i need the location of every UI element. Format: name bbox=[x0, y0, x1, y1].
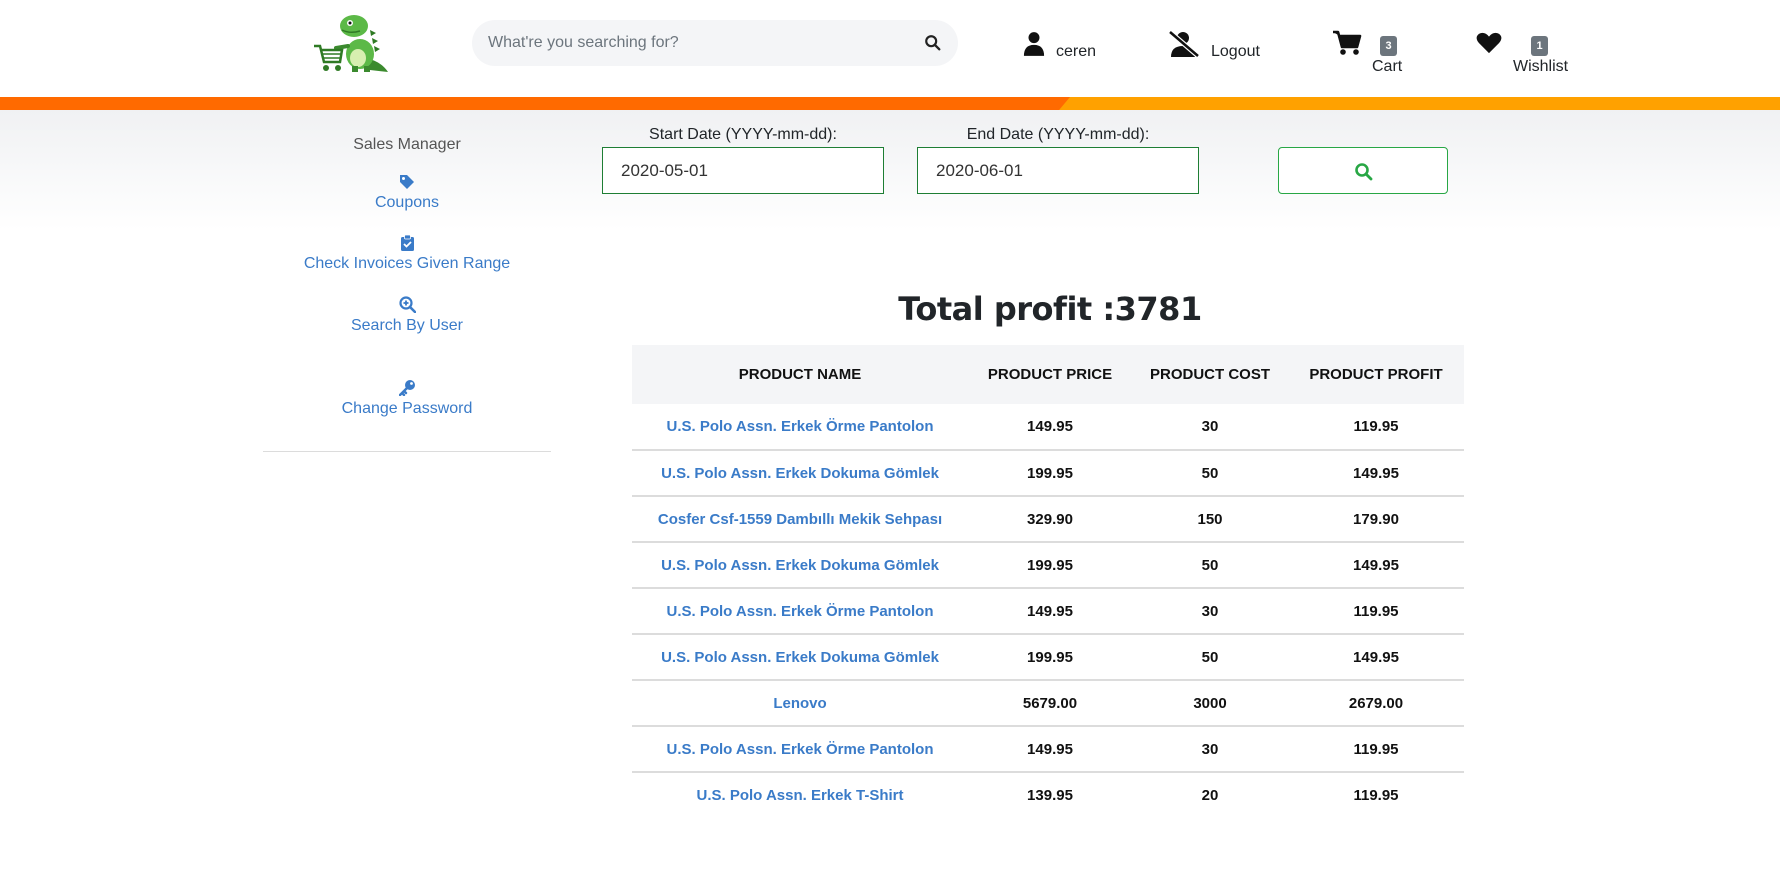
product-profit-cell: 119.95 bbox=[1288, 404, 1464, 451]
logout-link[interactable]: Logout bbox=[1168, 30, 1268, 62]
total-profit-heading: Total profit :3781 bbox=[898, 290, 1202, 328]
start-date-input[interactable] bbox=[602, 147, 884, 194]
search-plus-icon bbox=[398, 296, 416, 313]
product-cost-cell: 30 bbox=[1132, 404, 1288, 451]
product-price-cell: 5679.00 bbox=[968, 680, 1132, 727]
table-row: U.S. Polo Assn. Erkek Örme Pantolon 149.… bbox=[632, 726, 1464, 773]
product-price-cell: 329.90 bbox=[968, 496, 1132, 543]
cart-label: Cart bbox=[1372, 58, 1403, 75]
product-profit-cell: 149.95 bbox=[1288, 634, 1464, 681]
product-cost-cell: 150 bbox=[1132, 496, 1288, 543]
product-name-link[interactable]: Cosfer Csf-1559 Dambıllı Mekik Sehpası bbox=[632, 496, 968, 543]
shopping-cart-icon bbox=[1333, 30, 1362, 55]
product-name-link[interactable]: U.S. Polo Assn. Erkek T-Shirt bbox=[632, 772, 968, 818]
product-profit-cell: 119.95 bbox=[1353, 787, 1399, 804]
col-product-name: PRODUCT NAME bbox=[738, 366, 862, 383]
col-product-profit: PRODUCT PROFIT bbox=[1309, 366, 1443, 383]
sidebar-item-label: Search By User bbox=[350, 317, 464, 334]
sidebar-item-label: Check Invoices Given Range bbox=[303, 255, 511, 272]
product-name-link[interactable]: U.S. Polo Assn. Erkek Örme Pantolon bbox=[632, 588, 968, 635]
product-cost-cell: 50 bbox=[1132, 450, 1288, 497]
wishlist-count-badge: 1 bbox=[1531, 36, 1548, 56]
logout-label: Logout bbox=[1211, 43, 1260, 60]
table-row: U.S. Polo Assn. Erkek Dokuma Gömlek 199.… bbox=[632, 634, 1464, 681]
product-profit-cell: 119.95 bbox=[1288, 726, 1464, 773]
product-price-cell: 199.95 bbox=[968, 450, 1132, 497]
product-cost-cell: 50 bbox=[1132, 542, 1288, 589]
dino-cart-logo[interactable] bbox=[312, 10, 392, 74]
start-date-label: Start Date (YYYY-mm-dd): bbox=[649, 126, 837, 143]
table-row: U.S. Polo Assn. Erkek Dokuma Gömlek 199.… bbox=[632, 542, 1464, 589]
sidebar-item-check-invoices[interactable]: Check Invoices Given Range bbox=[263, 235, 551, 273]
table-row: U.S. Polo Assn. Erkek Dokuma Gömlek 199.… bbox=[632, 450, 1464, 497]
table-row: U.S. Polo Assn. Erkek Örme Pantolon 149.… bbox=[632, 404, 1464, 451]
sidebar-item-label: Change Password bbox=[341, 400, 473, 417]
table-header-row: PRODUCT NAME PRODUCT PRICE PRODUCT COST … bbox=[632, 345, 1464, 404]
user-icon bbox=[1023, 32, 1045, 56]
product-name-link[interactable]: U.S. Polo Assn. Erkek Örme Pantolon bbox=[632, 726, 968, 773]
heart-icon bbox=[1476, 32, 1502, 54]
tag-icon bbox=[400, 175, 414, 189]
product-profit-cell: 149.95 bbox=[1288, 542, 1464, 589]
product-name-link[interactable]: U.S. Polo Assn. Erkek Örme Pantolon bbox=[632, 404, 968, 451]
search-icon[interactable] bbox=[924, 34, 942, 52]
product-price-cell: 139.95 bbox=[1027, 787, 1073, 804]
product-price-cell: 199.95 bbox=[968, 634, 1132, 681]
product-profit-cell: 179.90 bbox=[1288, 496, 1464, 543]
cart-count-badge: 3 bbox=[1380, 36, 1397, 56]
sidebar-divider bbox=[263, 451, 551, 452]
product-cost-cell: 30 bbox=[1132, 726, 1288, 773]
table-row: Lenovo 5679.00 3000 2679.00 bbox=[632, 680, 1464, 727]
col-product-cost: PRODUCT COST bbox=[1150, 366, 1270, 383]
product-price-cell: 199.95 bbox=[968, 542, 1132, 589]
col-product-price: PRODUCT PRICE bbox=[987, 366, 1113, 383]
table-row: Cosfer Csf-1559 Dambıllı Mekik Sehpası 3… bbox=[632, 496, 1464, 543]
user-slash-icon bbox=[1168, 30, 1200, 58]
product-price-cell: 149.95 bbox=[968, 588, 1132, 635]
key-icon bbox=[398, 380, 415, 396]
product-name-link[interactable]: U.S. Polo Assn. Erkek Dokuma Gömlek bbox=[632, 450, 968, 497]
search-icon bbox=[1355, 163, 1373, 181]
user-name: ceren bbox=[1056, 43, 1097, 60]
sidebar-title: Sales Manager bbox=[353, 136, 461, 153]
table-row: U.S. Polo Assn. Erkek T-Shirt 139.95 20 … bbox=[632, 772, 1464, 818]
product-price-cell: 149.95 bbox=[968, 404, 1132, 451]
product-price-cell: 149.95 bbox=[968, 726, 1132, 773]
product-name-link[interactable]: Lenovo bbox=[632, 680, 968, 727]
search-bar bbox=[472, 20, 958, 66]
product-profit-cell: 119.95 bbox=[1288, 588, 1464, 635]
filter-search-button[interactable] bbox=[1278, 147, 1448, 194]
header-accent-stripe bbox=[0, 97, 1780, 110]
header-gradient bbox=[0, 110, 1780, 230]
profit-table: PRODUCT NAME PRODUCT PRICE PRODUCT COST … bbox=[632, 345, 1464, 818]
sidebar-item-label: Coupons bbox=[374, 194, 440, 211]
sidebar-item-change-password[interactable]: Change Password bbox=[263, 379, 551, 418]
product-profit-cell: 2679.00 bbox=[1288, 680, 1464, 727]
product-cost-cell: 20 bbox=[1201, 787, 1219, 804]
wishlist-link[interactable]: 1 Wishlist bbox=[1476, 28, 1576, 78]
table-row: U.S. Polo Assn. Erkek Örme Pantolon 149.… bbox=[632, 588, 1464, 635]
product-profit-cell: 149.95 bbox=[1288, 450, 1464, 497]
sidebar-item-search-by-user[interactable]: Search By User bbox=[263, 296, 551, 335]
product-cost-cell: 3000 bbox=[1132, 680, 1288, 727]
end-date-label: End Date (YYYY-mm-dd): bbox=[966, 126, 1150, 143]
product-name-link[interactable]: U.S. Polo Assn. Erkek Dokuma Gömlek bbox=[632, 634, 968, 681]
product-cost-cell: 50 bbox=[1132, 634, 1288, 681]
user-account-link[interactable]: ceren bbox=[1020, 30, 1100, 62]
site-header: ceren Logout 3 Cart 1 Wishlist bbox=[0, 0, 1780, 97]
end-date-input[interactable] bbox=[917, 147, 1199, 194]
product-cost-cell: 30 bbox=[1132, 588, 1288, 635]
search-input[interactable] bbox=[488, 20, 908, 66]
sidebar-item-coupons[interactable]: Coupons bbox=[263, 174, 551, 212]
wishlist-label: Wishlist bbox=[1513, 58, 1569, 75]
cart-link[interactable]: 3 Cart bbox=[1332, 28, 1412, 78]
product-name-link[interactable]: U.S. Polo Assn. Erkek Dokuma Gömlek bbox=[632, 542, 968, 589]
clipboard-check-icon bbox=[400, 235, 414, 251]
